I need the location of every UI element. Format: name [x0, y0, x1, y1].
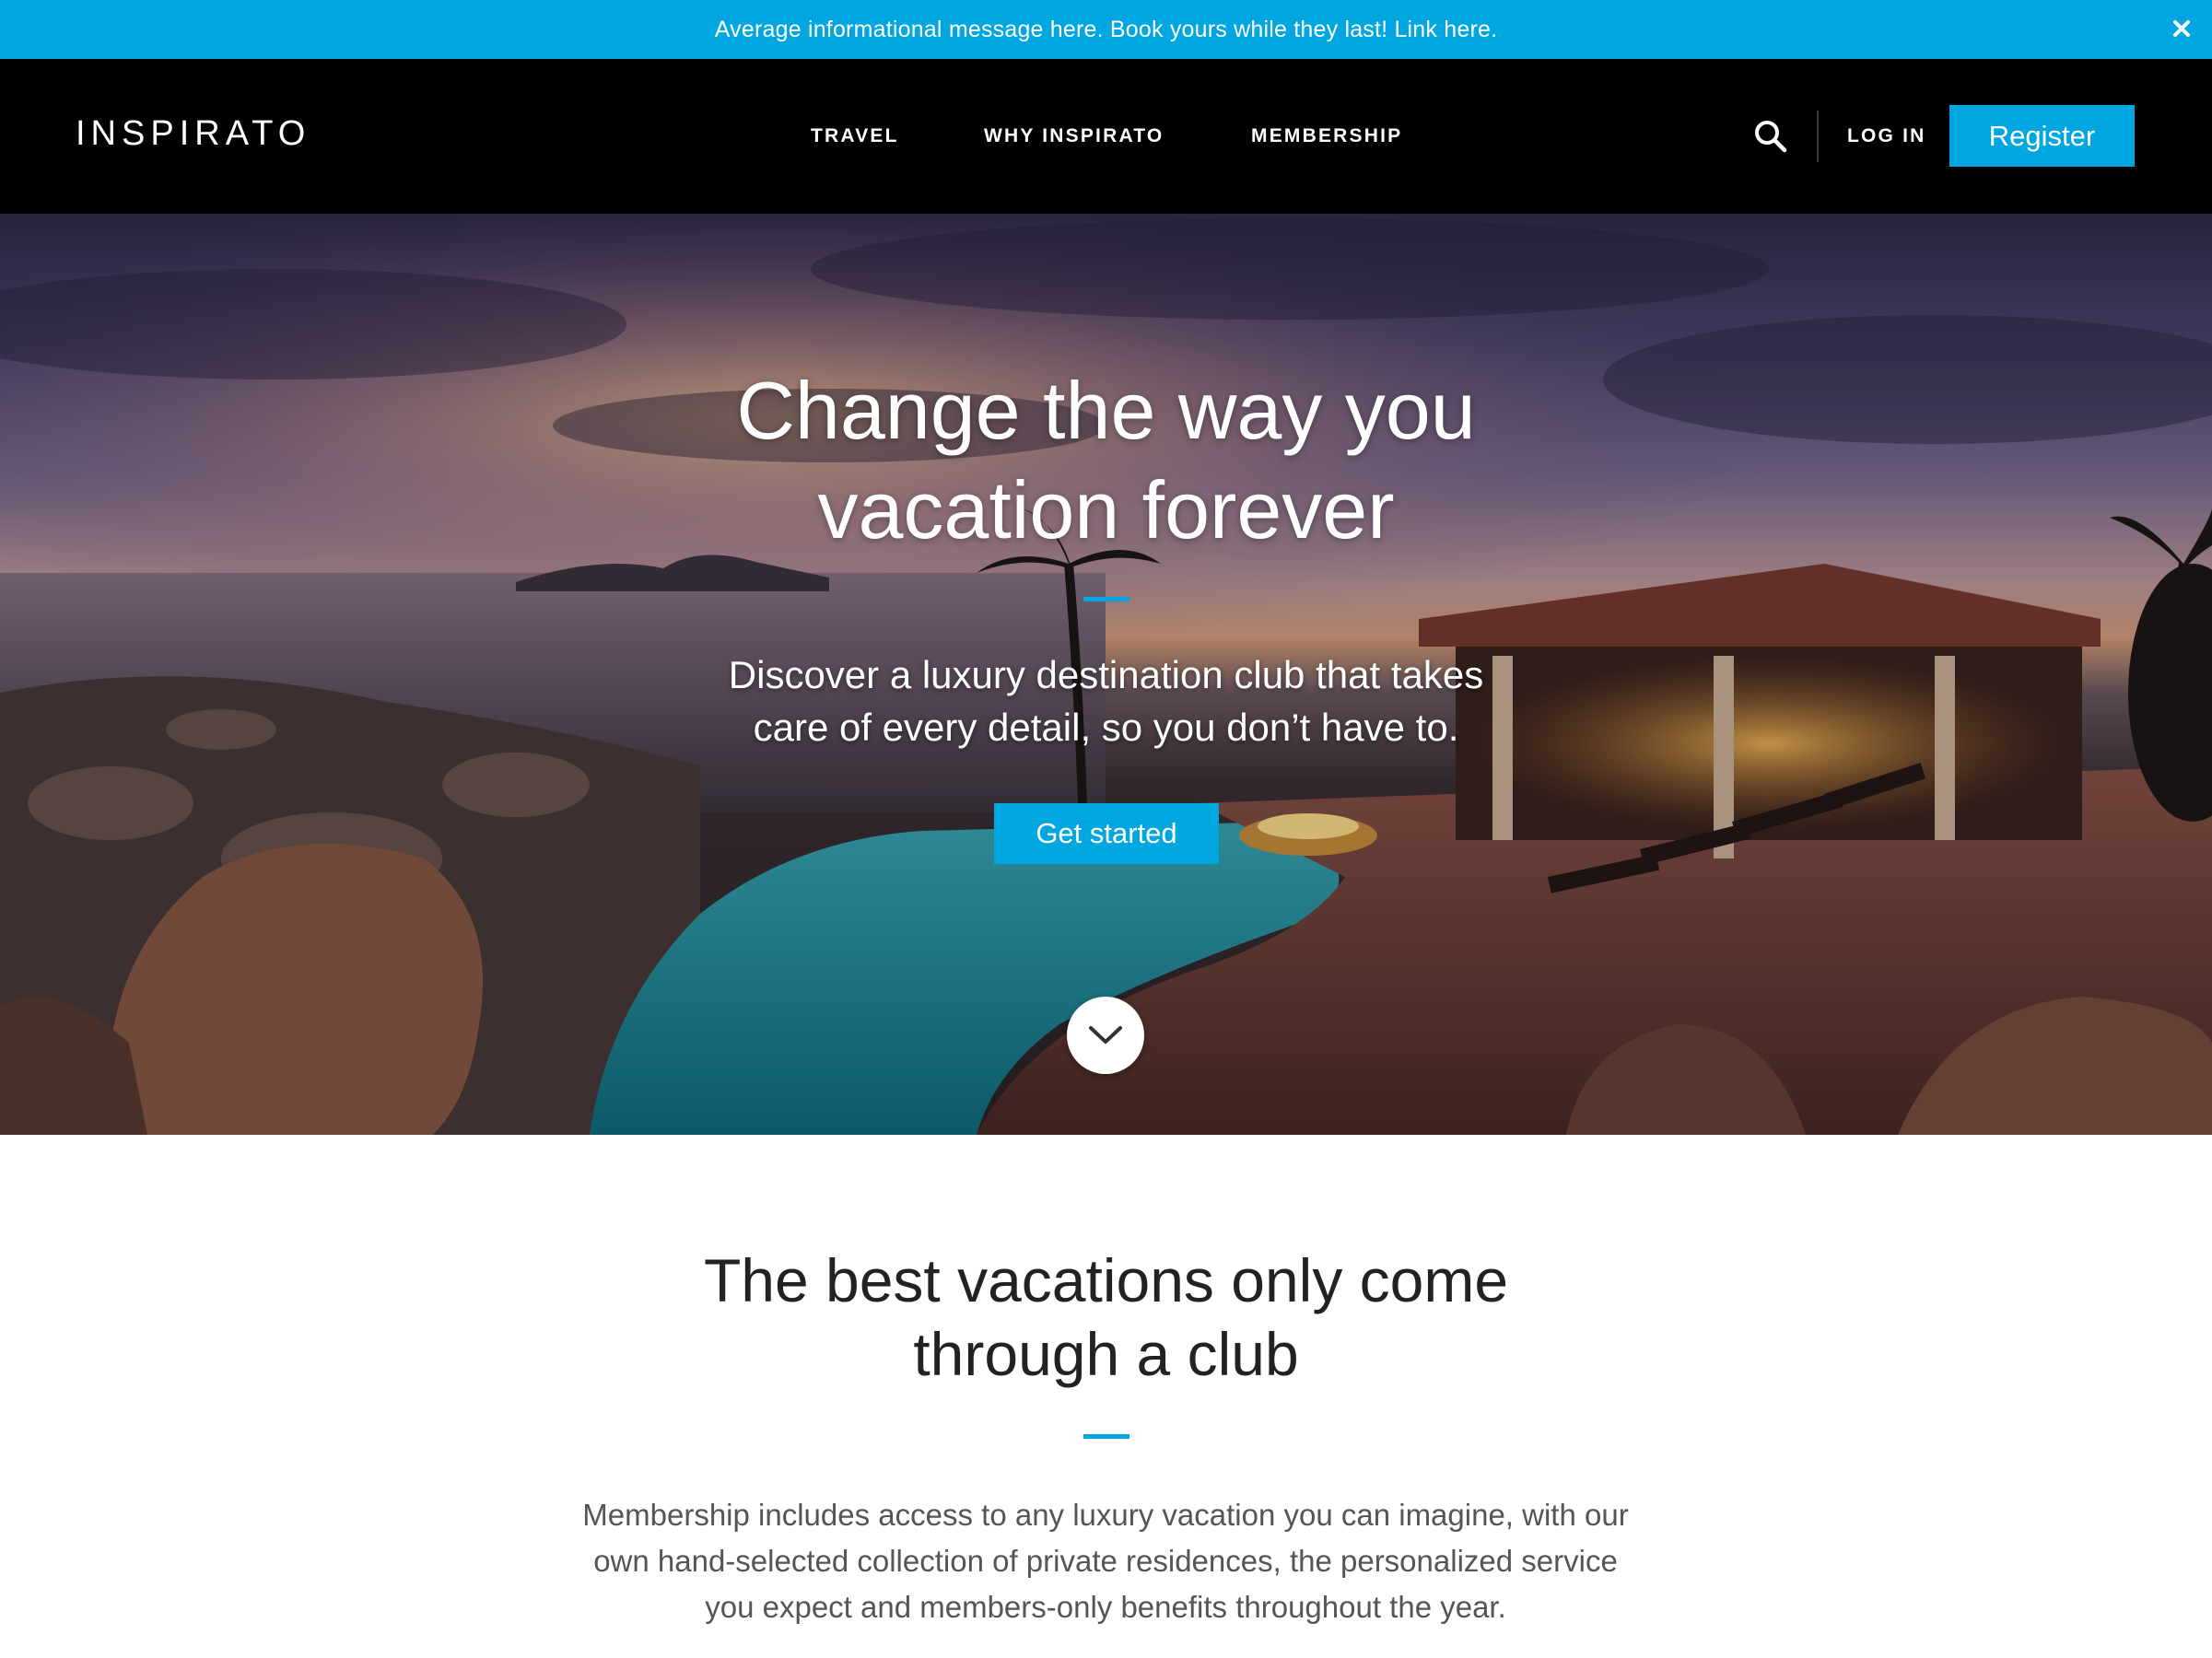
scroll-down-button[interactable] — [1067, 997, 1144, 1074]
club-description-line: Membership includes access to any luxury… — [582, 1498, 1629, 1532]
club-title-line: through a club — [913, 1320, 1299, 1388]
club-description: Membership includes access to any luxury… — [553, 1492, 1658, 1630]
nav-divider — [1817, 111, 1819, 162]
club-description-line: own hand-selected collection of private … — [593, 1544, 1618, 1578]
hero-title-line: vacation forever — [817, 464, 1395, 555]
nav-link-travel[interactable]: TRAVEL — [811, 125, 899, 147]
club-title-line: The best vacations only come — [703, 1246, 1509, 1314]
hero-subtitle-line: care of every detail, so you don’t have … — [753, 706, 1459, 749]
hero-title-line: Change the way you — [736, 365, 1476, 456]
get-started-button[interactable]: Get started — [994, 803, 1219, 864]
login-link[interactable]: LOG IN — [1847, 125, 1926, 147]
nav-link-why-inspirato[interactable]: WHY INSPIRATO — [984, 125, 1164, 147]
club-section-title: The best vacations only come through a c… — [0, 1244, 2212, 1391]
hero-subtitle: Discover a luxury destination club that … — [0, 648, 2212, 753]
close-icon[interactable] — [2166, 13, 2197, 44]
hero-divider — [1083, 597, 1129, 601]
club-description-line: you expect and members-only benefits thr… — [705, 1590, 1506, 1624]
announcement-bar: Average informational message here. Book… — [0, 0, 2212, 59]
nav-link-membership[interactable]: MEMBERSHIP — [1251, 125, 1402, 147]
search-icon[interactable] — [1752, 118, 1789, 155]
chevron-down-icon — [1089, 1026, 1122, 1044]
hero-title: Change the way you vacation forever — [0, 361, 2212, 560]
logo[interactable]: INSPIRATO — [76, 114, 310, 154]
hero: Change the way you vacation forever Disc… — [0, 214, 2212, 1135]
register-button[interactable]: Register — [1949, 105, 2135, 167]
main-nav: INSPIRATO TRAVEL WHY INSPIRATO MEMBERSHI… — [0, 59, 2212, 214]
club-divider — [1083, 1434, 1129, 1439]
hero-subtitle-line: Discover a luxury destination club that … — [728, 653, 1484, 696]
announcement-message[interactable]: Average informational message here. Book… — [715, 17, 1498, 43]
